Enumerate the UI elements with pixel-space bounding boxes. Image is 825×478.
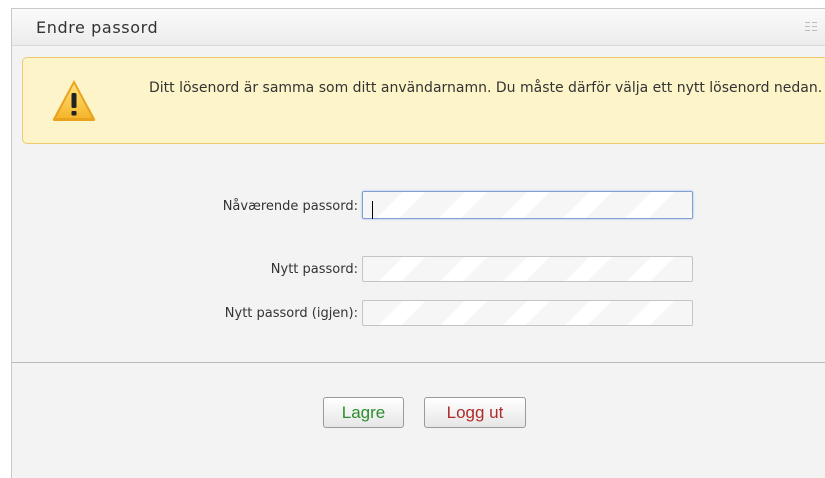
new-password-field[interactable]	[362, 256, 693, 282]
text-caret	[372, 201, 373, 219]
panel-title: Endre passord	[36, 18, 159, 37]
save-button[interactable]: Lagre	[323, 397, 404, 428]
current-password-field[interactable]	[362, 191, 693, 219]
confirm-password-field[interactable]	[362, 300, 693, 326]
divider	[12, 362, 825, 363]
confirm-password-label: Nytt passord (igjen):	[224, 306, 358, 321]
grip-icon[interactable]	[805, 21, 817, 33]
warning-triangle-icon	[52, 80, 96, 121]
change-password-panel: Endre passord Ditt lösenord är samma som…	[11, 8, 825, 478]
panel-header: Endre passord	[12, 9, 825, 46]
warning-box: Ditt lösenord är samma som ditt användar…	[22, 57, 825, 144]
logout-button[interactable]: Logg ut	[424, 397, 526, 428]
warning-message: Ditt lösenord är samma som ditt användar…	[149, 80, 823, 96]
current-password-label: Nåværende passord:	[222, 199, 358, 214]
new-password-label: Nytt passord:	[270, 262, 358, 277]
